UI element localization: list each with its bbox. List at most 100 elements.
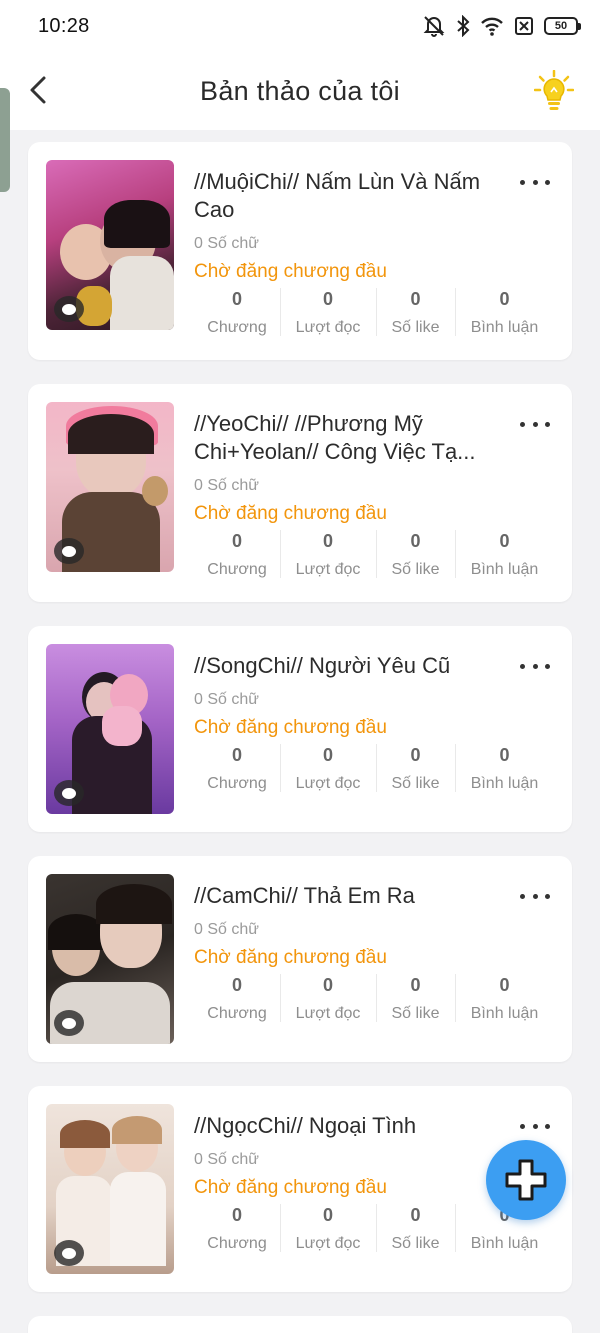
comment-bubble-icon	[54, 538, 84, 564]
stat-label: Chương	[207, 561, 267, 578]
publish-status: Chờ đăng chương đầu	[194, 947, 387, 968]
stat-chapters: 0 Chương	[194, 1200, 280, 1256]
story-card[interactable]: //CamChi// Thả Em Ra 0 Số chữ Chờ đăng c…	[28, 856, 572, 1062]
word-count: 0 Số chữ	[194, 691, 259, 708]
stat-label: Chương	[207, 319, 267, 336]
stat-likes: 0 Số like	[376, 970, 455, 1026]
story-card[interactable]: //YeoChi// //Phương Mỹ Chi+Yeolan// Công…	[28, 384, 572, 602]
story-cover	[46, 160, 174, 330]
bluetooth-icon	[457, 15, 470, 37]
stat-value: 0	[410, 531, 421, 551]
story-title: //CamChi// Thả Em Ra	[194, 883, 415, 908]
stat-value: 0	[231, 975, 242, 995]
more-options-button[interactable]	[520, 656, 550, 676]
stat-likes: 0 Số like	[376, 740, 455, 796]
stat-label: Số like	[391, 1235, 440, 1252]
comment-bubble-icon	[54, 1010, 84, 1036]
chevron-left-icon	[30, 76, 46, 104]
plus-icon	[505, 1159, 547, 1201]
word-count: 0 Số chữ	[194, 235, 259, 252]
stat-reads: 0 Lượt đọc	[280, 1200, 376, 1256]
word-count: 0 Số chữ	[194, 477, 259, 494]
stat-label: Số like	[391, 775, 440, 792]
story-cover	[46, 402, 174, 572]
more-options-button[interactable]	[520, 414, 550, 434]
stat-label: Chương	[207, 775, 267, 792]
stat-label: Số like	[391, 319, 440, 336]
stat-likes: 0 Số like	[376, 526, 455, 582]
status-icons: 50	[422, 15, 581, 37]
sim-card-off-icon	[515, 17, 533, 35]
more-options-button[interactable]	[520, 886, 550, 906]
app-header: Bản thảo của tôi	[0, 52, 600, 130]
story-card[interactable]: //MuộiChi// Nấm Lùn Và Nấm Cao 0 Số chữ …	[28, 142, 572, 360]
battery-indicator: 50	[544, 17, 581, 35]
story-title: //MuộiChi// Nấm Lùn Và Nấm Cao	[194, 169, 481, 222]
stat-label: Lượt đọc	[295, 775, 361, 792]
comment-bubble-icon	[54, 296, 84, 322]
battery-level: 50	[554, 20, 568, 32]
stat-label: Bình luận	[470, 1005, 539, 1022]
stat-value: 0	[231, 289, 242, 309]
stat-comments: 0 Bình luận	[455, 740, 554, 796]
stat-reads: 0 Lượt đọc	[280, 284, 376, 340]
stat-label: Lượt đọc	[295, 319, 361, 336]
stat-value: 0	[499, 531, 510, 551]
stat-value: 0	[410, 289, 421, 309]
stat-label: Bình luận	[470, 1235, 539, 1252]
stat-value: 0	[499, 745, 510, 765]
story-title: //NgọcChi// Ngoại Tình	[194, 1113, 417, 1138]
back-button[interactable]	[24, 72, 54, 108]
comment-bubble-icon	[54, 780, 84, 806]
stat-value: 0	[231, 531, 242, 551]
add-story-button[interactable]	[486, 1140, 566, 1220]
wifi-icon	[481, 17, 503, 36]
stat-label: Bình luận	[470, 319, 539, 336]
mute-bell-icon	[423, 16, 445, 37]
stat-value: 0	[322, 745, 333, 765]
story-stats: 0 Chương 0 Lượt đọc 0 Số like 0 Bình luận	[194, 740, 554, 796]
stat-label: Lượt đọc	[295, 1005, 361, 1022]
story-card[interactable]	[28, 1316, 572, 1333]
stat-label: Chương	[207, 1005, 267, 1022]
word-count: 0 Số chữ	[194, 1151, 259, 1168]
stat-label: Số like	[391, 561, 440, 578]
stat-comments: 0 Bình luận	[455, 526, 554, 582]
stat-value: 0	[499, 975, 510, 995]
lightbulb-icon	[533, 69, 575, 110]
story-stats: 0 Chương 0 Lượt đọc 0 Số like 0 Bình luận	[194, 526, 554, 582]
story-cover	[46, 644, 174, 814]
stat-comments: 0 Bình luận	[455, 970, 554, 1026]
stat-value: 0	[322, 1205, 333, 1225]
status-bar: 10:28 50	[0, 0, 600, 52]
stat-value: 0	[410, 1205, 421, 1225]
stat-reads: 0 Lượt đọc	[280, 970, 376, 1026]
publish-status: Chờ đăng chương đầu	[194, 717, 387, 738]
stat-value: 0	[322, 975, 333, 995]
stat-chapters: 0 Chương	[194, 970, 280, 1026]
more-options-button[interactable]	[520, 1116, 550, 1136]
stat-label: Lượt đọc	[295, 1235, 361, 1252]
word-count: 0 Số chữ	[194, 921, 259, 938]
stat-value: 0	[410, 745, 421, 765]
tips-button[interactable]	[533, 69, 575, 112]
story-title: //SongChi// Người Yêu Cũ	[194, 653, 451, 678]
story-stats: 0 Chương 0 Lượt đọc 0 Số like 0 Bình luận	[194, 284, 554, 340]
stat-label: Bình luận	[470, 775, 539, 792]
story-card[interactable]: //SongChi// Người Yêu Cũ 0 Số chữ Chờ đă…	[28, 626, 572, 832]
stat-chapters: 0 Chương	[194, 740, 280, 796]
stat-value: 0	[410, 975, 421, 995]
story-cover	[46, 1104, 174, 1274]
stat-likes: 0 Số like	[376, 284, 455, 340]
stat-reads: 0 Lượt đọc	[280, 526, 376, 582]
stat-value: 0	[231, 1205, 242, 1225]
more-options-button[interactable]	[520, 172, 550, 192]
stat-value: 0	[322, 289, 333, 309]
story-stats: 0 Chương 0 Lượt đọc 0 Số like 0 Bình luận	[194, 970, 554, 1026]
stat-label: Bình luận	[470, 561, 539, 578]
publish-status: Chờ đăng chương đầu	[194, 503, 387, 524]
stat-comments: 0 Bình luận	[455, 284, 554, 340]
stat-chapters: 0 Chương	[194, 526, 280, 582]
page-title: Bản thảo của tôi	[200, 75, 400, 106]
stat-reads: 0 Lượt đọc	[280, 740, 376, 796]
